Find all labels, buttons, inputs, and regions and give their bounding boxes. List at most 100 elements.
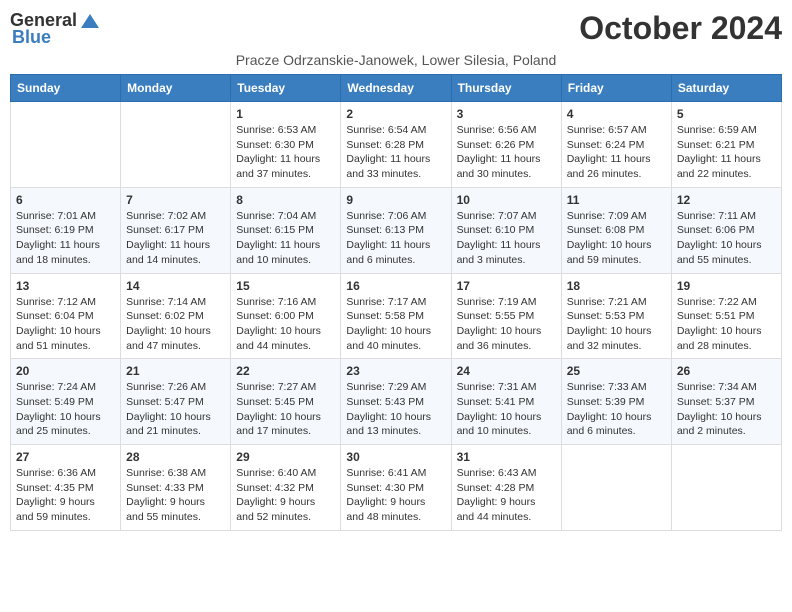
calendar-cell: 19 Sunrise: 7:22 AMSunset: 5:51 PMDayligh…	[671, 273, 781, 359]
day-number: 19	[677, 279, 776, 293]
header-row: SundayMondayTuesdayWednesdayThursdayFrid…	[11, 75, 782, 102]
day-detail: Sunrise: 7:21 AMSunset: 5:53 PMDaylight:…	[567, 295, 666, 354]
day-detail: Sunrise: 7:34 AMSunset: 5:37 PMDaylight:…	[677, 380, 776, 439]
day-of-week-header: Sunday	[11, 75, 121, 102]
day-number: 8	[236, 193, 335, 207]
calendar-cell: 13 Sunrise: 7:12 AMSunset: 6:04 PMDayligh…	[11, 273, 121, 359]
day-detail: Sunrise: 7:01 AMSunset: 6:19 PMDaylight:…	[16, 209, 115, 268]
day-number: 29	[236, 450, 335, 464]
day-number: 10	[457, 193, 556, 207]
day-number: 23	[346, 364, 445, 378]
day-number: 7	[126, 193, 225, 207]
calendar-cell: 5 Sunrise: 6:59 AMSunset: 6:21 PMDaylight…	[671, 102, 781, 188]
day-detail: Sunrise: 7:31 AMSunset: 5:41 PMDaylight:…	[457, 380, 556, 439]
calendar-cell: 24 Sunrise: 7:31 AMSunset: 5:41 PMDayligh…	[451, 359, 561, 445]
day-detail: Sunrise: 7:29 AMSunset: 5:43 PMDaylight:…	[346, 380, 445, 439]
day-of-week-header: Saturday	[671, 75, 781, 102]
calendar-cell: 7 Sunrise: 7:02 AMSunset: 6:17 PMDaylight…	[121, 187, 231, 273]
day-number: 12	[677, 193, 776, 207]
day-number: 18	[567, 279, 666, 293]
day-detail: Sunrise: 7:27 AMSunset: 5:45 PMDaylight:…	[236, 380, 335, 439]
logo-icon	[79, 12, 101, 30]
day-detail: Sunrise: 7:17 AMSunset: 5:58 PMDaylight:…	[346, 295, 445, 354]
day-number: 13	[16, 279, 115, 293]
day-detail: Sunrise: 7:26 AMSunset: 5:47 PMDaylight:…	[126, 380, 225, 439]
day-number: 31	[457, 450, 556, 464]
calendar-cell: 29 Sunrise: 6:40 AMSunset: 4:32 PMDayligh…	[231, 445, 341, 531]
day-of-week-header: Wednesday	[341, 75, 451, 102]
day-detail: Sunrise: 7:19 AMSunset: 5:55 PMDaylight:…	[457, 295, 556, 354]
day-detail: Sunrise: 6:43 AMSunset: 4:28 PMDaylight:…	[457, 466, 556, 525]
day-detail: Sunrise: 7:24 AMSunset: 5:49 PMDaylight:…	[16, 380, 115, 439]
day-detail: Sunrise: 7:16 AMSunset: 6:00 PMDaylight:…	[236, 295, 335, 354]
logo-blue: Blue	[10, 27, 51, 48]
calendar-cell: 28Sunrise: 6:38 AMSunset: 4:33 PMDayligh…	[121, 445, 231, 531]
day-detail: Sunrise: 7:02 AMSunset: 6:17 PMDaylight:…	[126, 209, 225, 268]
day-detail: Sunrise: 7:04 AMSunset: 6:15 PMDaylight:…	[236, 209, 335, 268]
day-detail: Sunrise: 6:59 AMSunset: 6:21 PMDaylight:…	[677, 123, 776, 182]
day-number: 26	[677, 364, 776, 378]
calendar-cell: 6 Sunrise: 7:01 AMSunset: 6:19 PMDaylight…	[11, 187, 121, 273]
calendar-cell: 21Sunrise: 7:26 AMSunset: 5:47 PMDayligh…	[121, 359, 231, 445]
calendar-cell: 25Sunrise: 7:33 AMSunset: 5:39 PMDayligh…	[561, 359, 671, 445]
calendar-table: SundayMondayTuesdayWednesdayThursdayFrid…	[10, 74, 782, 531]
day-number: 24	[457, 364, 556, 378]
day-detail: Sunrise: 7:07 AMSunset: 6:10 PMDaylight:…	[457, 209, 556, 268]
day-of-week-header: Tuesday	[231, 75, 341, 102]
day-of-week-header: Thursday	[451, 75, 561, 102]
day-number: 6	[16, 193, 115, 207]
calendar-cell: 12Sunrise: 7:11 AMSunset: 6:06 PMDayligh…	[671, 187, 781, 273]
day-number: 4	[567, 107, 666, 121]
day-number: 3	[457, 107, 556, 121]
day-number: 5	[677, 107, 776, 121]
calendar-week-row: 13 Sunrise: 7:12 AMSunset: 6:04 PMDayligh…	[11, 273, 782, 359]
calendar-cell: 22 Sunrise: 7:27 AMSunset: 5:45 PMDayligh…	[231, 359, 341, 445]
day-detail: Sunrise: 6:54 AMSunset: 6:28 PMDaylight:…	[346, 123, 445, 182]
day-detail: Sunrise: 6:36 AMSunset: 4:35 PMDaylight:…	[16, 466, 115, 525]
calendar-cell: 17Sunrise: 7:19 AMSunset: 5:55 PMDayligh…	[451, 273, 561, 359]
month-title: October 2024	[579, 10, 782, 47]
day-detail: Sunrise: 6:40 AMSunset: 4:32 PMDaylight:…	[236, 466, 335, 525]
day-detail: Sunrise: 6:53 AMSunset: 6:30 PMDaylight:…	[236, 123, 335, 182]
calendar-cell: 2 Sunrise: 6:54 AMSunset: 6:28 PMDaylight…	[341, 102, 451, 188]
logo: General Blue	[10, 10, 101, 48]
day-number: 11	[567, 193, 666, 207]
calendar-week-row: 1Sunrise: 6:53 AMSunset: 6:30 PMDaylight…	[11, 102, 782, 188]
calendar-cell: 8 Sunrise: 7:04 AMSunset: 6:15 PMDaylight…	[231, 187, 341, 273]
day-detail: Sunrise: 6:57 AMSunset: 6:24 PMDaylight:…	[567, 123, 666, 182]
calendar-cell: 9 Sunrise: 7:06 AMSunset: 6:13 PMDaylight…	[341, 187, 451, 273]
calendar-cell: 30 Sunrise: 6:41 AMSunset: 4:30 PMDayligh…	[341, 445, 451, 531]
day-number: 25	[567, 364, 666, 378]
day-of-week-header: Friday	[561, 75, 671, 102]
day-detail: Sunrise: 6:41 AMSunset: 4:30 PMDaylight:…	[346, 466, 445, 525]
day-number: 22	[236, 364, 335, 378]
calendar-cell: 16 Sunrise: 7:17 AMSunset: 5:58 PMDayligh…	[341, 273, 451, 359]
day-detail: Sunrise: 7:06 AMSunset: 6:13 PMDaylight:…	[346, 209, 445, 268]
calendar-cell: 23 Sunrise: 7:29 AMSunset: 5:43 PMDayligh…	[341, 359, 451, 445]
calendar-cell: 3Sunrise: 6:56 AMSunset: 6:26 PMDaylight…	[451, 102, 561, 188]
calendar-cell	[671, 445, 781, 531]
day-number: 27	[16, 450, 115, 464]
calendar-cell	[11, 102, 121, 188]
day-number: 2	[346, 107, 445, 121]
day-number: 30	[346, 450, 445, 464]
calendar-cell: 20 Sunrise: 7:24 AMSunset: 5:49 PMDayligh…	[11, 359, 121, 445]
subtitle: Pracze Odrzanskie-Janowek, Lower Silesia…	[10, 52, 782, 68]
day-number: 16	[346, 279, 445, 293]
calendar-week-row: 6 Sunrise: 7:01 AMSunset: 6:19 PMDaylight…	[11, 187, 782, 273]
day-detail: Sunrise: 7:12 AMSunset: 6:04 PMDaylight:…	[16, 295, 115, 354]
day-number: 9	[346, 193, 445, 207]
day-number: 15	[236, 279, 335, 293]
calendar-cell: 1Sunrise: 6:53 AMSunset: 6:30 PMDaylight…	[231, 102, 341, 188]
calendar-week-row: 27 Sunrise: 6:36 AMSunset: 4:35 PMDayligh…	[11, 445, 782, 531]
calendar-cell: 31 Sunrise: 6:43 AMSunset: 4:28 PMDayligh…	[451, 445, 561, 531]
day-detail: Sunrise: 7:22 AMSunset: 5:51 PMDaylight:…	[677, 295, 776, 354]
calendar-cell: 26 Sunrise: 7:34 AMSunset: 5:37 PMDayligh…	[671, 359, 781, 445]
calendar-cell: 15 Sunrise: 7:16 AMSunset: 6:00 PMDayligh…	[231, 273, 341, 359]
day-number: 14	[126, 279, 225, 293]
day-number: 20	[16, 364, 115, 378]
day-number: 28	[126, 450, 225, 464]
day-of-week-header: Monday	[121, 75, 231, 102]
day-detail: Sunrise: 7:14 AMSunset: 6:02 PMDaylight:…	[126, 295, 225, 354]
calendar-cell: 10 Sunrise: 7:07 AMSunset: 6:10 PMDayligh…	[451, 187, 561, 273]
